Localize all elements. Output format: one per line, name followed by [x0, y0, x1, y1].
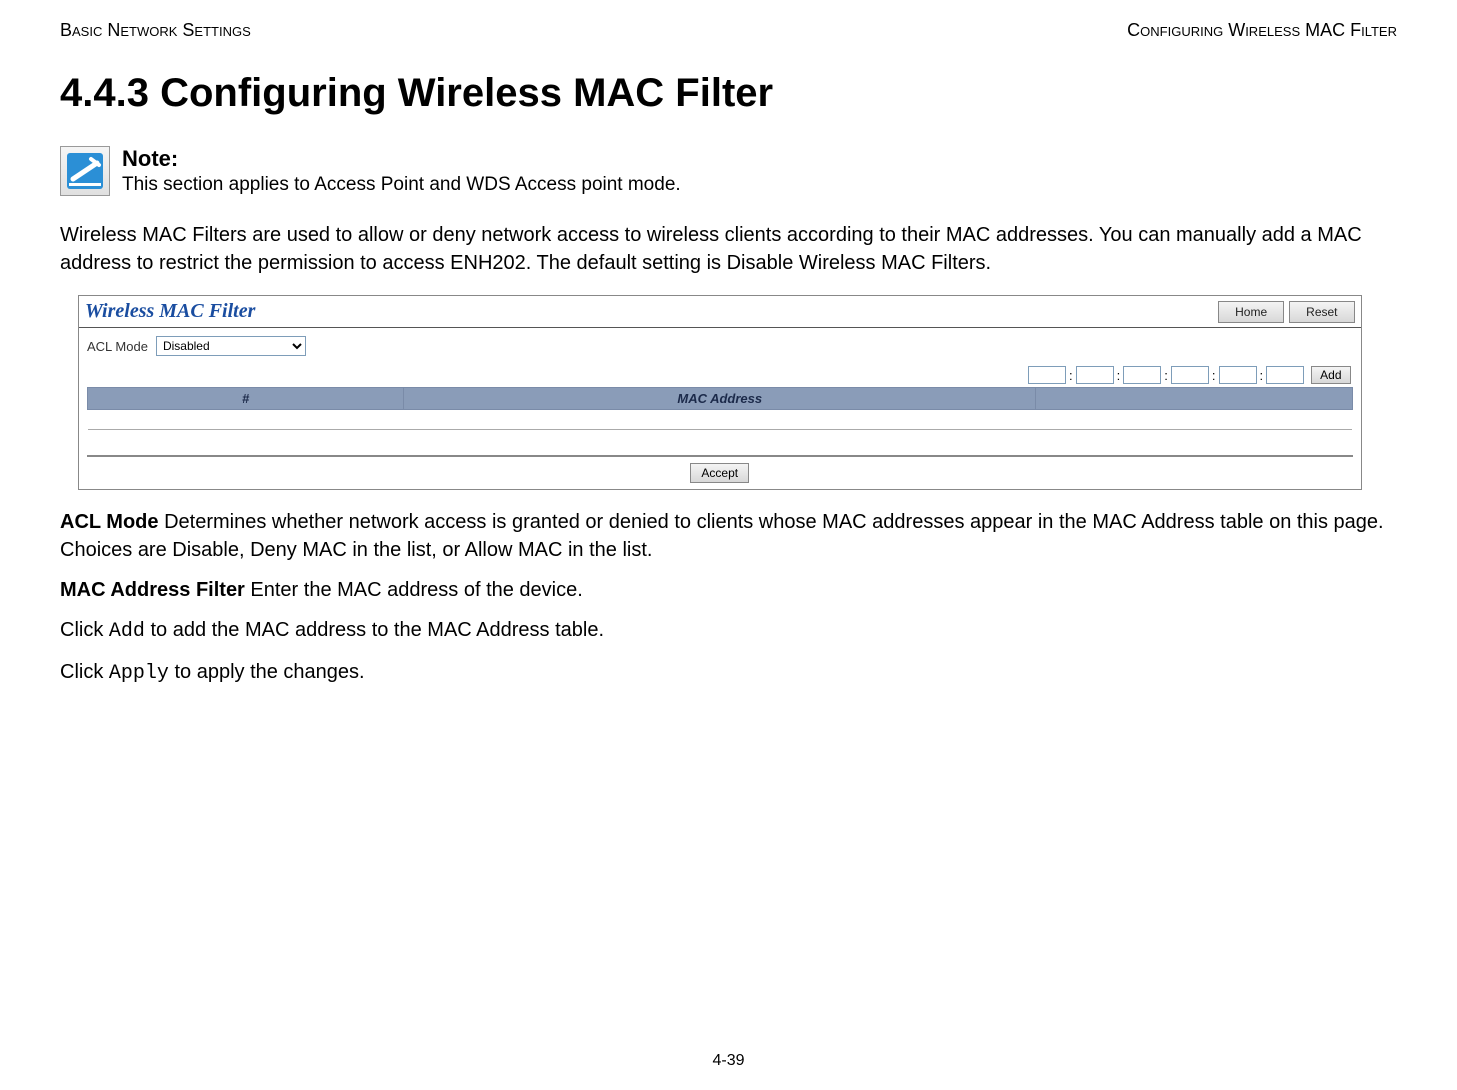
- home-button[interactable]: Home: [1218, 301, 1284, 323]
- header-left: Basic Network Settings: [60, 20, 251, 41]
- mac-filter-term: MAC Address Filter: [60, 579, 245, 601]
- mac-octet-1[interactable]: [1028, 366, 1066, 384]
- table-header-number: #: [88, 388, 404, 410]
- acl-mode-label: ACL Mode: [87, 339, 148, 354]
- acl-mode-term: ACL Mode: [60, 511, 159, 533]
- header-right: Configuring Wireless MAC Filter: [1127, 20, 1397, 41]
- note-block: Note: This section applies to Access Poi…: [60, 146, 1397, 196]
- reset-button[interactable]: Reset: [1289, 301, 1354, 323]
- mac-octet-4[interactable]: [1171, 366, 1209, 384]
- mac-filter-definition: MAC Address Filter Enter the MAC address…: [60, 576, 1397, 604]
- intro-paragraph: Wireless MAC Filters are used to allow o…: [60, 221, 1397, 277]
- mac-separator: :: [1069, 368, 1073, 383]
- mac-separator: :: [1260, 368, 1264, 383]
- add-button[interactable]: Add: [1311, 366, 1350, 384]
- add-instruction: Click Add to add the MAC address to the …: [60, 616, 1397, 646]
- mac-separator: :: [1117, 368, 1121, 383]
- note-body: This section applies to Access Point and…: [122, 174, 681, 196]
- table-row: [88, 410, 1353, 430]
- mac-separator: :: [1164, 368, 1168, 383]
- note-label: Note:: [122, 146, 681, 172]
- page-number: 4-39: [712, 1052, 744, 1070]
- panel-title: Wireless MAC Filter: [85, 300, 255, 323]
- apply-instruction: Click Apply to apply the changes.: [60, 658, 1397, 688]
- mac-address-table: # MAC Address: [87, 387, 1353, 430]
- mac-octet-6[interactable]: [1266, 366, 1304, 384]
- note-icon: [60, 146, 110, 196]
- acl-mode-definition: ACL Mode Determines whether network acce…: [60, 508, 1397, 564]
- accept-button[interactable]: Accept: [690, 463, 749, 483]
- table-header-empty: [1036, 388, 1352, 410]
- acl-mode-select[interactable]: Disabled: [156, 336, 306, 356]
- mac-octet-5[interactable]: [1219, 366, 1257, 384]
- section-title: 4.4.3 Configuring Wireless MAC Filter: [60, 71, 1397, 116]
- table-header-mac: MAC Address: [404, 388, 1036, 410]
- mac-octet-2[interactable]: [1076, 366, 1114, 384]
- mac-octet-3[interactable]: [1123, 366, 1161, 384]
- mac-separator: :: [1212, 368, 1216, 383]
- screenshot-panel: Wireless MAC Filter Home Reset ACL Mode …: [78, 295, 1362, 490]
